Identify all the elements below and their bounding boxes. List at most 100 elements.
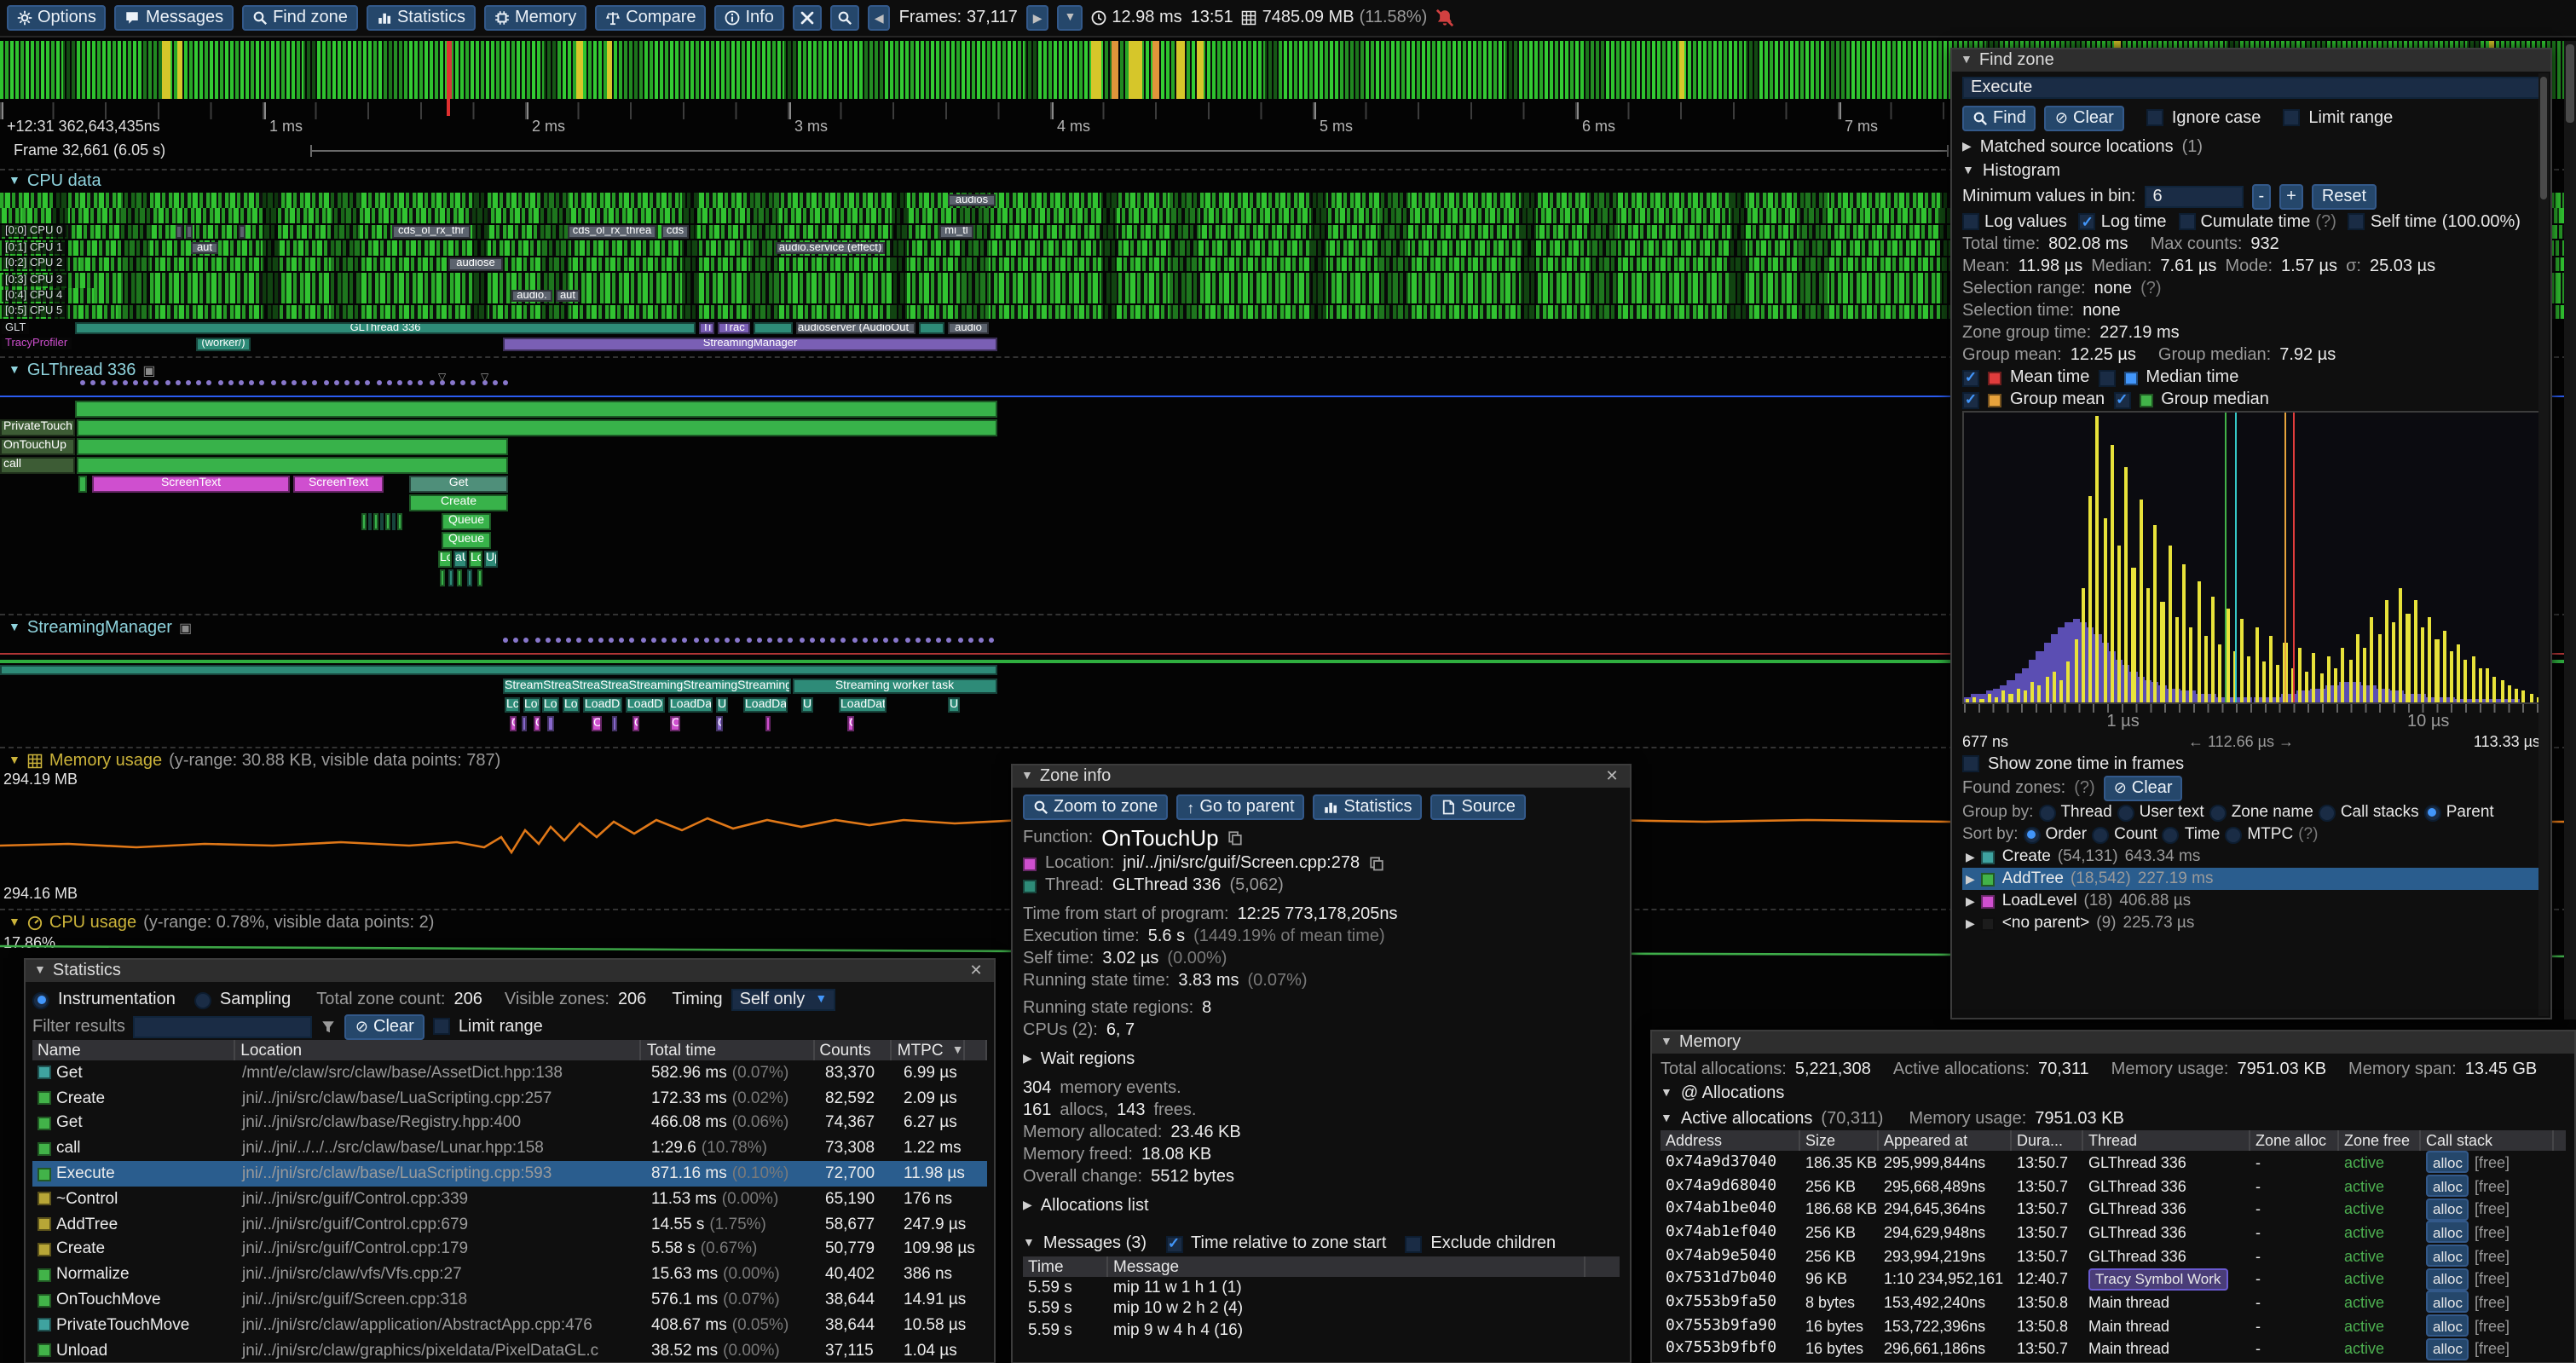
- compare-button[interactable]: Compare: [595, 5, 706, 31]
- streaming-zone-bar[interactable]: C: [716, 715, 723, 731]
- table-row[interactable]: PrivateTouchMovejni/../jni/src/claw/appl…: [32, 1313, 987, 1338]
- free-callstack-label[interactable]: [free]: [2475, 1317, 2510, 1334]
- find-button[interactable]: Find: [1962, 105, 2036, 130]
- find-zone-scrollbar[interactable]: [2538, 73, 2549, 1016]
- table-row[interactable]: Unloadjni/../jni/src/claw/graphics/pixel…: [32, 1338, 987, 1363]
- find-zone-histogram[interactable]: [1962, 411, 2540, 704]
- pin-icon[interactable]: ▣: [142, 363, 155, 378]
- ignore-case-checkbox[interactable]: [2146, 109, 2163, 126]
- found-zone-group-row[interactable]: ▶LoadLevel(18)406.88 µs: [1962, 890, 2540, 912]
- streaming-zone-bar[interactable]: U: [948, 696, 960, 713]
- zoom-to-zone-button[interactable]: Zoom to zone: [1023, 794, 1168, 820]
- zone-bar[interactable]: Create: [409, 494, 508, 511]
- column-header[interactable]: Name: [32, 1040, 235, 1060]
- message-row[interactable]: 5.59 smip 11 w 1 h 1 (1): [1023, 1277, 1620, 1298]
- median-time-checkbox[interactable]: [2098, 369, 2115, 386]
- zone-bar[interactable]: [373, 513, 378, 529]
- cpu-zone-bar[interactable]: audiose: [448, 257, 503, 270]
- column-header[interactable]: Dura...: [2012, 1130, 2083, 1151]
- cpu-zone-bar[interactable]: mi_tl: [939, 226, 973, 239]
- reset-button[interactable]: Reset: [2312, 183, 2377, 209]
- cpu-zone-bar[interactable]: audio.: [511, 290, 552, 303]
- table-row[interactable]: calljni/../jni/../../../src/claw/base/Lu…: [32, 1136, 987, 1162]
- collapse-arrow-icon[interactable]: ▼: [1661, 1037, 1672, 1048]
- alloc-callstack-button[interactable]: alloc: [2426, 1338, 2469, 1360]
- timing-combo[interactable]: Self only▼: [731, 989, 836, 1011]
- alloc-callstack-button[interactable]: alloc: [2426, 1291, 2469, 1314]
- self-time-checkbox[interactable]: [2348, 213, 2365, 230]
- column-header[interactable]: Zone alloc: [2250, 1130, 2339, 1151]
- alloc-callstack-button[interactable]: alloc: [2426, 1245, 2469, 1267]
- table-row[interactable]: Executejni/../jni/src/claw/base/LuaScrip…: [32, 1161, 987, 1187]
- group-by-zone-name[interactable]: [2209, 804, 2227, 821]
- instrumentation-radio[interactable]: [32, 991, 49, 1008]
- sort-by-count[interactable]: [2092, 826, 2109, 843]
- cpu-zone-bar[interactable]: [754, 321, 793, 334]
- alloc-callstack-button[interactable]: alloc: [2426, 1175, 2469, 1197]
- source-button[interactable]: Source: [1431, 794, 1526, 820]
- messages-button[interactable]: Messages: [115, 5, 234, 31]
- alloc-callstack-button[interactable]: alloc: [2426, 1314, 2469, 1337]
- streaming-zone-bar[interactable]: [612, 715, 617, 731]
- column-header[interactable]: Thread: [2083, 1130, 2250, 1151]
- streaming-zone-bar[interactable]: LoU: [563, 696, 580, 713]
- statistics-table-header[interactable]: NameLocationTotal timeCountsMTPC▼: [32, 1040, 987, 1060]
- zone-bar[interactable]: Get: [409, 476, 508, 492]
- zone-bar[interactable]: [77, 457, 508, 473]
- streaming-zone-bar[interactable]: Streaming worker task: [792, 678, 997, 694]
- zone-bar[interactable]: [448, 569, 453, 586]
- zone-bar[interactable]: [391, 513, 396, 529]
- find-zone-query-input[interactable]: Execute: [1962, 77, 2540, 99]
- streaming-zone-bar[interactable]: C: [632, 715, 639, 731]
- free-callstack-label[interactable]: [free]: [2475, 1177, 2510, 1194]
- free-callstack-label[interactable]: [free]: [2475, 1294, 2510, 1311]
- column-header[interactable]: Counts: [814, 1040, 892, 1060]
- glthread-header[interactable]: ▼GLThread 336▣: [9, 361, 156, 380]
- streaming-zone-bar[interactable]: LoadDaU: [626, 696, 665, 713]
- zone-bar[interactable]: [77, 438, 508, 454]
- collapsed-zones-marker[interactable]: ▽: [438, 372, 446, 384]
- group-median-checkbox[interactable]: ✓: [2113, 391, 2130, 408]
- show-zone-time-checkbox[interactable]: [1962, 755, 1979, 772]
- streaming-zone-bar[interactable]: LcU: [505, 696, 520, 713]
- cpu-zone-bar[interactable]: Trac: [718, 321, 750, 334]
- alloc-callstack-button[interactable]: alloc: [2426, 1152, 2469, 1174]
- bell-slash-icon[interactable]: [1435, 9, 1454, 27]
- streaming-zone-bar[interactable]: [547, 715, 554, 731]
- go-to-parent-button[interactable]: ↑Go to parent: [1176, 794, 1304, 820]
- close-icon[interactable]: ✕: [967, 962, 985, 980]
- group-by-user-text[interactable]: [2117, 804, 2134, 821]
- streaming-zone-bar[interactable]: [765, 715, 771, 731]
- found-clear-button[interactable]: ⊘Clear: [2104, 776, 2183, 801]
- collapse-arrow-icon[interactable]: ▼: [34, 965, 46, 977]
- collapsed-zones-marker[interactable]: ▽: [481, 372, 488, 384]
- zone-bar[interactable]: [367, 513, 372, 529]
- allocation-row[interactable]: 0x74ab9e5040256 KB293,994,219ns13:50.7GL…: [1661, 1245, 2566, 1268]
- filter-input[interactable]: [134, 1015, 313, 1037]
- sort-by-order[interactable]: [2024, 826, 2041, 843]
- message-row[interactable]: 5.59 smip 10 w 2 h 2 (4): [1023, 1298, 1620, 1320]
- collapse-arrow-icon[interactable]: ▼: [1023, 1238, 1035, 1250]
- statistics-titlebar[interactable]: ▼ Statistics ✕: [26, 960, 994, 982]
- collapse-arrow-icon[interactable]: ▼: [1961, 55, 1972, 66]
- cpu-zone-bar[interactable]: [186, 226, 193, 239]
- streaming-zone-bar[interactable]: LoUj: [523, 696, 540, 713]
- zone-bar[interactable]: Loi: [469, 551, 482, 567]
- group-by-parent[interactable]: [2424, 804, 2441, 821]
- zone-bar[interactable]: call: [0, 457, 75, 473]
- streaming-zone-bar[interactable]: [522, 715, 527, 731]
- main-scrollbar[interactable]: [2564, 41, 2576, 1019]
- column-header[interactable]: Address: [1661, 1130, 1800, 1151]
- bin-plus-button[interactable]: +: [2279, 183, 2303, 209]
- table-row[interactable]: OnTouchMovejni/../jni/src/guif/Screen.cp…: [32, 1287, 987, 1313]
- streaming-zone-bar[interactable]: LoadData: [839, 696, 887, 713]
- copy-icon[interactable]: [1227, 829, 1243, 845]
- streaming-zone-bar[interactable]: StreamStreaStreaStreaStreamingStreamingS…: [503, 678, 790, 694]
- log-time-checkbox[interactable]: ✓: [2079, 213, 2096, 230]
- alloc-callstack-button[interactable]: alloc: [2426, 1198, 2469, 1220]
- free-callstack-label[interactable]: [free]: [2475, 1224, 2510, 1241]
- log-values-checkbox[interactable]: [1962, 213, 1979, 230]
- zone-bar[interactable]: [457, 569, 462, 586]
- streaming-zone-bar[interactable]: LoadData: [668, 696, 713, 713]
- streaming-zone-bar[interactable]: C: [534, 715, 540, 731]
